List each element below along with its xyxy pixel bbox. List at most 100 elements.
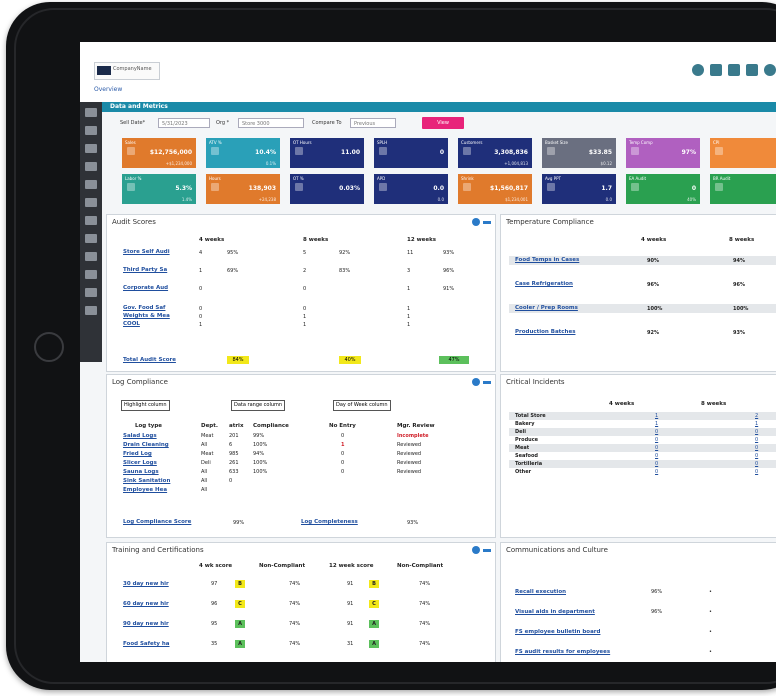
comms-row-link[interactable]: Visual aids in department — [515, 609, 595, 615]
home-icon[interactable] — [85, 126, 97, 135]
total-audit-score-label[interactable]: Total Audit Score — [123, 357, 176, 363]
log-row-link[interactable]: Drain Cleaning — [123, 442, 169, 448]
incident-count-link[interactable]: 0 — [755, 437, 758, 443]
audit-row-link[interactable]: Weights & Mea — [123, 313, 170, 319]
audit-row-link[interactable]: Corporate Aud — [123, 285, 168, 291]
settings-icon[interactable] — [85, 288, 97, 297]
training-row-link[interactable]: 90 day new hir — [123, 621, 169, 627]
help-icon[interactable] — [764, 64, 776, 76]
help-icon[interactable] — [472, 218, 480, 226]
log-row-link[interactable]: Salad Logs — [123, 433, 157, 439]
temp-row-link[interactable]: Cooler / Prep Rooms — [515, 305, 578, 311]
incident-count-link[interactable]: 0 — [655, 469, 658, 475]
incident-count-link[interactable]: 1 — [755, 421, 758, 427]
incident-count-link[interactable]: 0 — [655, 429, 658, 435]
day-of-week-column-toggle[interactable]: Day of Week column — [333, 400, 391, 411]
profile-icon[interactable] — [85, 306, 97, 315]
kpi-tile[interactable]: CPI — [710, 138, 776, 168]
data-range-column-toggle[interactable]: Data range column — [231, 400, 286, 411]
messages-icon[interactable] — [710, 64, 722, 76]
home-button[interactable] — [34, 332, 64, 362]
incident-count-link[interactable]: 1 — [655, 421, 658, 427]
dashboard-icon[interactable] — [85, 144, 97, 153]
audit-row-link[interactable]: Store Self Audi — [123, 249, 170, 255]
temp-row-link[interactable]: Production Batches — [515, 329, 575, 335]
log-row-link[interactable]: Sauna Logs — [123, 469, 159, 475]
temp-row-link[interactable]: Case Refrigeration — [515, 281, 573, 287]
kpi-tile[interactable]: Avg PPT 1.7 0.0 — [542, 174, 616, 204]
critical-incidents-panel: Critical Incidents 4 weeks 8 weeks Total… — [500, 374, 776, 538]
kpi-tile[interactable]: Temp Comp 97% — [626, 138, 700, 168]
incident-count-link[interactable]: 0 — [755, 461, 758, 467]
kpi-tile[interactable]: Shrink $1,560,817 $1,234,001 — [458, 174, 532, 204]
incident-count-link[interactable]: 2 — [755, 413, 758, 419]
checklist-icon[interactable] — [85, 198, 97, 207]
compare-select[interactable]: Previous — [350, 118, 396, 128]
log-compliance-score-label[interactable]: Log Compliance Score — [123, 519, 191, 525]
kpi-tile[interactable]: APD 0.0 0.0 — [374, 174, 448, 204]
log-row-link[interactable]: Fried Log — [123, 451, 152, 457]
alerts-icon[interactable] — [85, 216, 97, 225]
log-row-link[interactable]: Sink Sanitation — [123, 478, 170, 484]
kpi-tile[interactable]: Sales $12,756,000 +$1,234,000 — [122, 138, 196, 168]
incident-count-link[interactable]: 0 — [655, 437, 658, 443]
calendar-icon[interactable] — [85, 234, 97, 243]
kpi-change: 40% — [687, 197, 696, 202]
kpi-tile[interactable]: Hours 138,903 +24,238 — [206, 174, 280, 204]
minimize-icon[interactable] — [483, 381, 491, 384]
highlight-column-toggle[interactable]: Highlight column — [121, 400, 170, 411]
audit-cell: 95% — [227, 250, 239, 256]
kpi-tile[interactable]: ATV % 10.4% 0.1% — [206, 138, 280, 168]
people-icon[interactable] — [85, 162, 97, 171]
log-row-link[interactable]: Slicer Logs — [123, 460, 157, 466]
help-icon[interactable] — [472, 378, 480, 386]
incident-count-link[interactable]: 1 — [655, 413, 658, 419]
support-icon[interactable] — [692, 64, 704, 76]
temp-row-link[interactable]: Food Temps in Cases — [515, 257, 579, 263]
kpi-tile[interactable]: Basket Size $33.85 $0.12 — [542, 138, 616, 168]
comms-row-link[interactable]: Recall execution — [515, 589, 566, 595]
kpi-icon — [547, 147, 555, 155]
comms-row-link[interactable]: FS audit results for employees — [515, 649, 610, 655]
reports-icon[interactable] — [85, 270, 97, 279]
training-row-link[interactable]: Food Safety ha — [123, 641, 170, 647]
kpi-tile[interactable]: SPLH 0 — [374, 138, 448, 168]
incident-count-link[interactable]: 0 — [655, 453, 658, 459]
comms-row-link[interactable]: FS employee bulletin board — [515, 629, 600, 635]
kpi-tile[interactable]: OT % 0.03% — [290, 174, 364, 204]
incident-count-link[interactable]: 0 — [755, 429, 758, 435]
kpi-tile[interactable]: BR Audit — [710, 174, 776, 204]
incident-count-link[interactable]: 0 — [755, 453, 758, 459]
training-row-link[interactable]: 60 day new hir — [123, 601, 169, 607]
help-icon[interactable] — [472, 546, 480, 554]
log-cell: Meat — [201, 433, 214, 439]
view-button[interactable]: View — [422, 117, 464, 129]
user-icon[interactable] — [746, 64, 758, 76]
kpi-tile[interactable]: EA Audit 0 40% — [626, 174, 700, 204]
tools-icon[interactable] — [85, 180, 97, 189]
overview-link[interactable]: Overview — [94, 86, 122, 93]
kpi-tile[interactable]: Customers 3,308,836 +1,004,813 — [458, 138, 532, 168]
minimize-icon[interactable] — [483, 221, 491, 224]
audit-row-link[interactable]: Gov. Food Saf — [123, 305, 165, 311]
org-select[interactable]: Store 3000 — [238, 118, 304, 128]
team-icon[interactable] — [85, 252, 97, 261]
sell-date-input[interactable]: 5/31/2023 — [158, 118, 210, 128]
app-screen: CompanyName Overview Data and Metrics Se… — [80, 42, 776, 662]
log-completeness-label[interactable]: Log Completeness — [301, 519, 358, 525]
kpi-value: 3,308,836 — [494, 149, 528, 156]
training-row-link[interactable]: 30 day new hir — [123, 581, 169, 587]
kpi-tile[interactable]: OT Hours 11.00 — [290, 138, 364, 168]
company-logo[interactable]: CompanyName — [94, 62, 160, 80]
flag-icon[interactable] — [728, 64, 740, 76]
audit-row-link[interactable]: COOL — [123, 321, 140, 327]
incident-count-link[interactable]: 0 — [655, 445, 658, 451]
menu-icon[interactable] — [85, 108, 97, 117]
audit-row-link[interactable]: Third Party Sa — [123, 267, 167, 273]
incident-count-link[interactable]: 0 — [755, 469, 758, 475]
log-row-link[interactable]: Employee Hea — [123, 487, 167, 493]
incident-count-link[interactable]: 0 — [755, 445, 758, 451]
incident-count-link[interactable]: 0 — [655, 461, 658, 467]
kpi-tile[interactable]: Labor % 5.3% 1.4% — [122, 174, 196, 204]
minimize-icon[interactable] — [483, 549, 491, 552]
